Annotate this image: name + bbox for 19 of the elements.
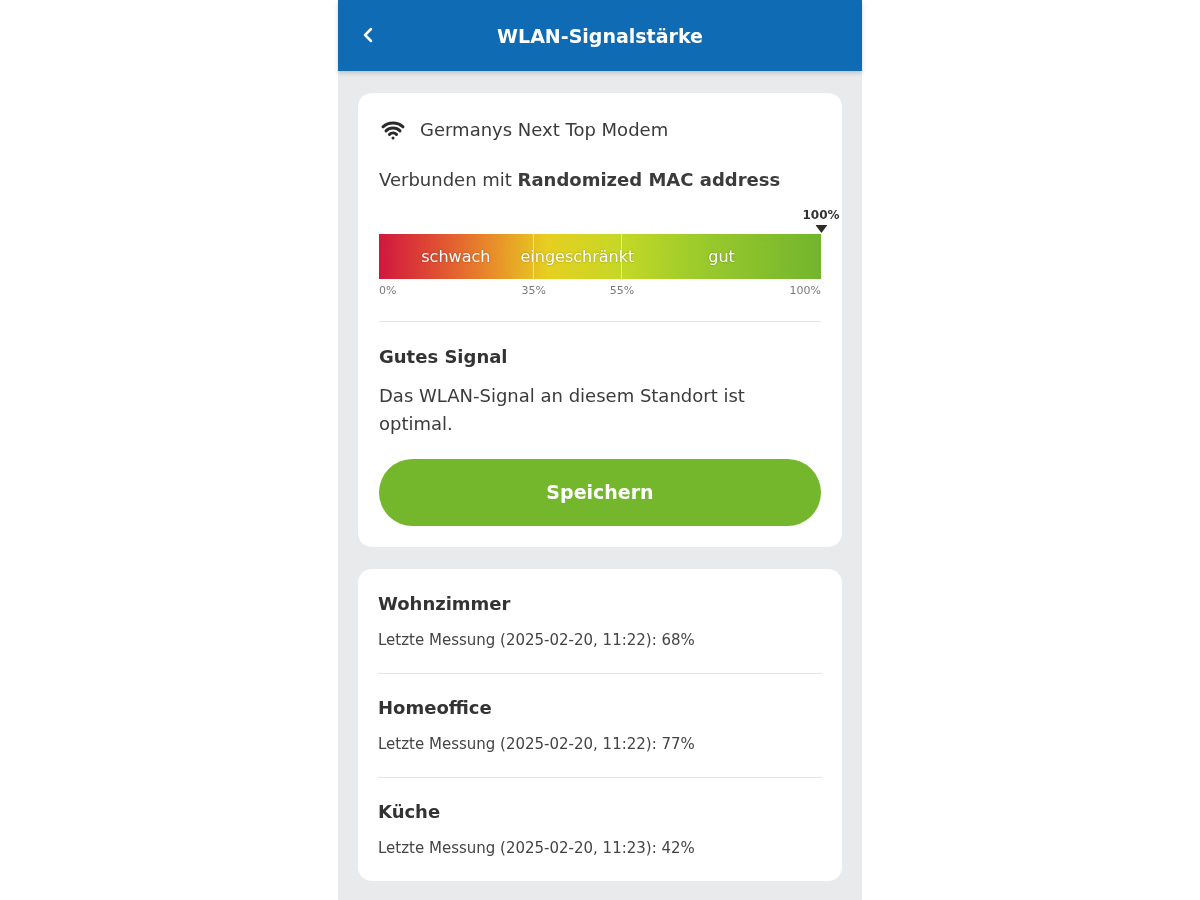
room-name: Homeoffice [378, 696, 493, 720]
scale-label: 35% [521, 284, 546, 298]
room-name: Wohnzimmer [378, 592, 512, 616]
room-name: Küche [378, 800, 442, 824]
meter-reading: 100% [802, 208, 840, 222]
result-description: Das WLAN-Signal an diesem Standort ist optimal. [379, 384, 746, 436]
zone-label: gut [708, 245, 735, 268]
scale-label: 0% [379, 284, 397, 298]
result-title: Gutes Signal [379, 345, 509, 369]
page-title: WLAN-Signalstärke [497, 23, 703, 49]
scale-label: 55% [609, 284, 635, 298]
measurement-text: Letzte Messung (2025-02-20, 11:22): 77% [378, 734, 696, 755]
connection-text: Verbunden mit Randomized MAC address [379, 168, 781, 192]
save-button[interactable]: Speichern [379, 459, 821, 526]
scale-label: 100% [789, 284, 821, 298]
zone-label: schwach [421, 245, 491, 268]
network-name: Germanys Next Top Modem [420, 118, 669, 142]
measurement-text: Letzte Messung (2025-02-20, 11:23): 42% [378, 838, 696, 859]
measurement-text: Letzte Messung (2025-02-20, 11:22): 68% [378, 630, 696, 651]
